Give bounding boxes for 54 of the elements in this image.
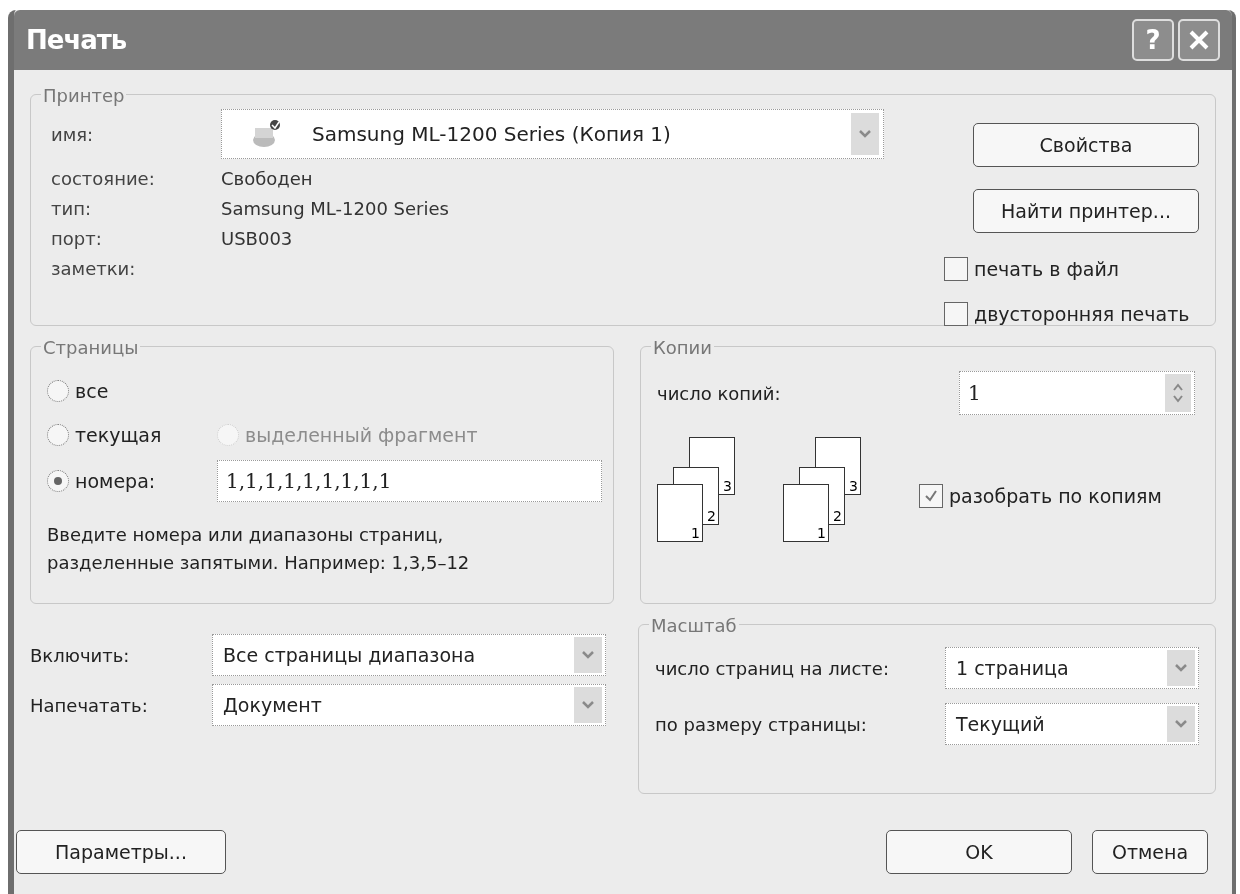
radio-button[interactable] xyxy=(47,470,69,492)
copies-spinner[interactable]: 1 xyxy=(959,371,1195,415)
field-value: USB003 xyxy=(221,226,293,251)
field-label: Включить: xyxy=(30,643,131,668)
radio-button[interactable] xyxy=(47,380,69,402)
field-label: Напечатать: xyxy=(30,693,149,718)
dropdown[interactable]: Все страницы диапазона xyxy=(212,634,606,676)
close-icon xyxy=(1187,28,1211,52)
close-button[interactable] xyxy=(1178,19,1220,61)
options-button[interactable]: Параметры... xyxy=(16,830,226,874)
field-label: число страниц на листе: xyxy=(655,656,890,681)
hint-text: Введите номера или диапазоны страниц, разделенные запятыми. Например: 1,3,5–12 xyxy=(47,523,471,575)
check-icon xyxy=(923,488,939,504)
radio-label: текущая xyxy=(75,422,162,448)
caret-icon xyxy=(851,113,879,155)
page-sheet: 1 xyxy=(657,484,703,542)
window-title: Печать xyxy=(26,23,127,57)
checkbox[interactable] xyxy=(944,301,968,326)
properties-button[interactable]: Свойства xyxy=(973,123,1199,167)
radio-button[interactable] xyxy=(47,424,69,446)
field-value: Samsung ML-1200 Series xyxy=(221,196,449,221)
checkbox[interactable] xyxy=(944,257,968,282)
radio-label: номера: xyxy=(75,468,156,494)
find-printer-button[interactable]: Найти принтер... xyxy=(973,189,1199,233)
field-label: заметки: xyxy=(51,256,137,281)
page-sheet: 1 xyxy=(783,484,829,542)
field-label: по размеру страницы: xyxy=(655,712,868,737)
radio-label: все xyxy=(75,378,109,404)
field-label: число копий: xyxy=(657,381,781,406)
printer-dropdown[interactable]: Samsung ML-1200 Series (Копия 1) xyxy=(221,109,884,159)
checkbox-label: двусторонняя печать xyxy=(974,301,1190,327)
dropdown[interactable]: Текущий xyxy=(945,703,1199,745)
checkbox-label: разобрать по копиям xyxy=(949,483,1162,509)
field-value: Свободен xyxy=(221,166,313,191)
dropdown[interactable]: Документ xyxy=(212,684,606,726)
printer-icon xyxy=(250,118,282,150)
spinner-value: 1 xyxy=(967,380,982,407)
checkbox-label: печать в файл xyxy=(974,257,1119,282)
checkbox[interactable] xyxy=(919,484,943,508)
cancel-button[interactable]: Отмена xyxy=(1092,830,1208,874)
field-label: тип: xyxy=(51,196,93,221)
field-label: порт: xyxy=(51,226,103,251)
field-label: состояние: xyxy=(51,166,156,191)
field-label: имя: xyxy=(51,122,95,147)
page-range-field[interactable]: 1,1,1,1,1,1,1,1,1 xyxy=(217,460,602,502)
caret-icon xyxy=(574,687,602,723)
radio-label: выделенный фрагмент xyxy=(245,422,478,448)
dropdown-value: Samsung ML-1200 Series (Копия 1) xyxy=(312,121,672,148)
dropdown[interactable]: 1 страница xyxy=(945,647,1199,689)
caret-icon xyxy=(1167,706,1195,742)
ok-button[interactable]: OK xyxy=(886,830,1072,874)
caret-icon xyxy=(574,637,602,673)
spin-arrows-icon xyxy=(1165,374,1191,412)
caret-icon xyxy=(1167,650,1195,686)
